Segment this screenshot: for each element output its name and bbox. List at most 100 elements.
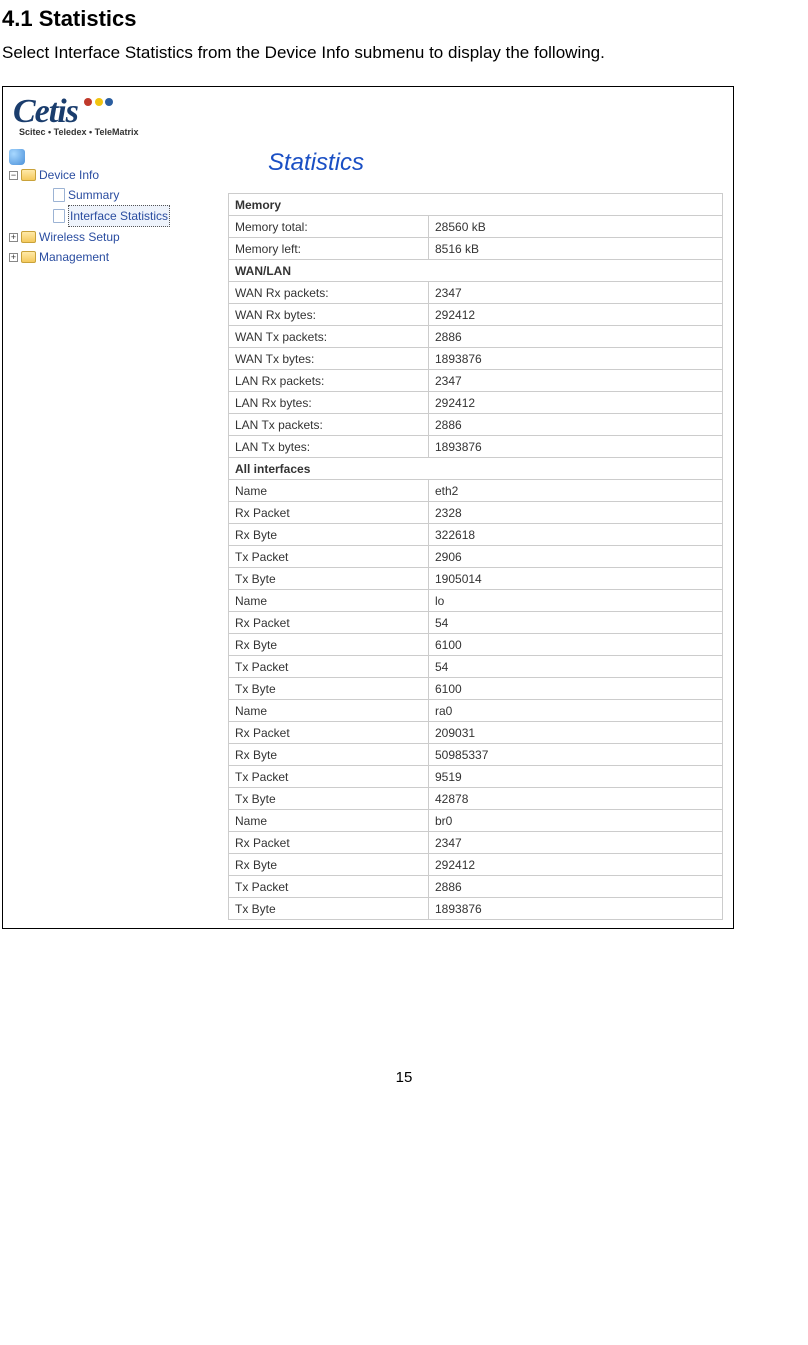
tree-item-wireless-setup[interactable]: + Wireless Setup bbox=[9, 227, 224, 247]
tree-root-icon bbox=[9, 149, 224, 165]
stats-value: eth2 bbox=[429, 480, 723, 502]
stats-label: WAN Rx bytes: bbox=[229, 304, 429, 326]
table-row: WAN Tx bytes:1893876 bbox=[229, 348, 723, 370]
stats-label: Rx Byte bbox=[229, 634, 429, 656]
stats-value: 292412 bbox=[429, 854, 723, 876]
table-row: LAN Tx bytes:1893876 bbox=[229, 436, 723, 458]
stats-label: Tx Byte bbox=[229, 568, 429, 590]
expander-icon[interactable]: − bbox=[9, 171, 18, 180]
tree-item-interface-statistics[interactable]: Interface Statistics bbox=[9, 205, 224, 227]
table-row: Namelo bbox=[229, 590, 723, 612]
stats-label: Tx Byte bbox=[229, 678, 429, 700]
tree-item-device-info[interactable]: − Device Info bbox=[9, 165, 224, 185]
table-row: Tx Byte1905014 bbox=[229, 568, 723, 590]
table-row: Rx Byte6100 bbox=[229, 634, 723, 656]
table-row: Namera0 bbox=[229, 700, 723, 722]
stats-panel: Statistics MemoryMemory total:28560 kBMe… bbox=[228, 143, 733, 928]
sidebar-tree: − Device Info Summary Interface Statisti… bbox=[3, 143, 228, 273]
stats-value: 6100 bbox=[429, 678, 723, 700]
tree-label: Device Info bbox=[39, 165, 99, 185]
table-row: Namebr0 bbox=[229, 810, 723, 832]
table-row: Rx Packet2328 bbox=[229, 502, 723, 524]
table-row: Tx Byte1893876 bbox=[229, 898, 723, 920]
stats-label: Tx Packet bbox=[229, 546, 429, 568]
stats-section-header: WAN/LAN bbox=[229, 260, 723, 282]
page-number: 15 bbox=[2, 1069, 806, 1086]
stats-title: Statistics bbox=[268, 149, 733, 177]
table-row: Rx Byte50985337 bbox=[229, 744, 723, 766]
stats-value: 292412 bbox=[429, 392, 723, 414]
folder-open-icon bbox=[21, 169, 36, 181]
stats-label: Tx Packet bbox=[229, 876, 429, 898]
stats-label: Memory total: bbox=[229, 216, 429, 238]
stats-label: WAN Tx bytes: bbox=[229, 348, 429, 370]
table-row: Rx Byte322618 bbox=[229, 524, 723, 546]
folder-closed-icon bbox=[21, 251, 36, 263]
stats-label: WAN Rx packets: bbox=[229, 282, 429, 304]
stats-value: 9519 bbox=[429, 766, 723, 788]
stats-value: 2886 bbox=[429, 414, 723, 436]
stats-value: 1905014 bbox=[429, 568, 723, 590]
tree-label: Interface Statistics bbox=[68, 205, 170, 227]
folder-closed-icon bbox=[21, 231, 36, 243]
stats-value: 42878 bbox=[429, 788, 723, 810]
section-heading: 4.1 Statistics bbox=[2, 6, 806, 32]
stats-value: 292412 bbox=[429, 304, 723, 326]
stats-label: Rx Packet bbox=[229, 612, 429, 634]
stats-value: 2906 bbox=[429, 546, 723, 568]
stats-value: 54 bbox=[429, 612, 723, 634]
stats-value: 2347 bbox=[429, 370, 723, 392]
tree-item-management[interactable]: + Management bbox=[9, 247, 224, 267]
stats-label: LAN Tx bytes: bbox=[229, 436, 429, 458]
stats-value: 1893876 bbox=[429, 348, 723, 370]
globe-icon bbox=[9, 149, 25, 165]
stats-label: LAN Rx bytes: bbox=[229, 392, 429, 414]
table-row: LAN Rx packets:2347 bbox=[229, 370, 723, 392]
stats-label: Rx Packet bbox=[229, 502, 429, 524]
table-row: Rx Packet2347 bbox=[229, 832, 723, 854]
table-row: WAN Rx packets:2347 bbox=[229, 282, 723, 304]
stats-label: WAN Tx packets: bbox=[229, 326, 429, 348]
stats-value: 2328 bbox=[429, 502, 723, 524]
document-icon bbox=[53, 188, 65, 202]
stats-label: Memory left: bbox=[229, 238, 429, 260]
stats-section-header: All interfaces bbox=[229, 458, 723, 480]
table-row: Tx Packet2886 bbox=[229, 876, 723, 898]
stats-label: Rx Byte bbox=[229, 744, 429, 766]
stats-value: 2347 bbox=[429, 282, 723, 304]
stats-label: Rx Byte bbox=[229, 524, 429, 546]
tree-item-summary[interactable]: Summary bbox=[9, 185, 224, 205]
stats-value: ra0 bbox=[429, 700, 723, 722]
tree-label: Wireless Setup bbox=[39, 227, 120, 247]
screenshot-container: Cetis Scitec • Teledex • TeleMatrix − De… bbox=[2, 86, 734, 929]
stats-value: 28560 kB bbox=[429, 216, 723, 238]
table-row: LAN Rx bytes:292412 bbox=[229, 392, 723, 414]
stats-value: br0 bbox=[429, 810, 723, 832]
table-row: WAN Rx bytes:292412 bbox=[229, 304, 723, 326]
expander-icon[interactable]: + bbox=[9, 253, 18, 262]
table-row: LAN Tx packets:2886 bbox=[229, 414, 723, 436]
stats-value: 6100 bbox=[429, 634, 723, 656]
table-row: Nameeth2 bbox=[229, 480, 723, 502]
expander-icon[interactable]: + bbox=[9, 233, 18, 242]
table-row: Rx Byte292412 bbox=[229, 854, 723, 876]
table-row: Tx Packet2906 bbox=[229, 546, 723, 568]
stats-value: 209031 bbox=[429, 722, 723, 744]
logo-subtitle: Scitec • Teledex • TeleMatrix bbox=[13, 127, 723, 137]
table-row: Rx Packet54 bbox=[229, 612, 723, 634]
stats-label: Tx Byte bbox=[229, 788, 429, 810]
stats-section-header: Memory bbox=[229, 194, 723, 216]
table-row: Tx Byte42878 bbox=[229, 788, 723, 810]
logo-area: Cetis Scitec • Teledex • TeleMatrix bbox=[3, 87, 733, 143]
logo-dot-yellow bbox=[95, 98, 103, 106]
stats-value: 54 bbox=[429, 656, 723, 678]
section-intro: Select Interface Statistics from the Dev… bbox=[2, 40, 806, 66]
stats-label: Tx Byte bbox=[229, 898, 429, 920]
stats-label: Name bbox=[229, 700, 429, 722]
stats-value: 322618 bbox=[429, 524, 723, 546]
logo-dot-red bbox=[84, 98, 92, 106]
stats-value: 2886 bbox=[429, 876, 723, 898]
table-row: Memory left:8516 kB bbox=[229, 238, 723, 260]
stats-label: Name bbox=[229, 480, 429, 502]
logo-text: Cetis bbox=[13, 93, 78, 131]
